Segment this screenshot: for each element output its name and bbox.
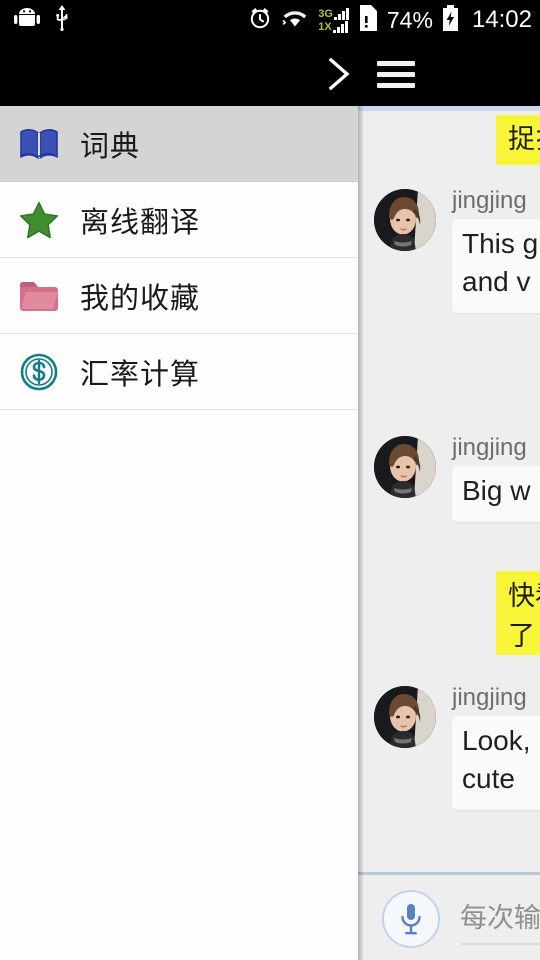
message-input-bar: [358, 872, 540, 960]
action-bar: [0, 40, 540, 106]
sim-card-alert-icon: [358, 4, 378, 36]
status-bar-clock: 14:02: [471, 6, 532, 33]
dollar-circle-icon: [18, 351, 60, 393]
drawer-item-my-favorites[interactable]: 我的收藏: [0, 258, 358, 334]
message-bubble-incoming[interactable]: Big w: [452, 466, 540, 522]
message-bubble-outgoing[interactable]: 捉扌: [496, 115, 540, 165]
star-icon: [18, 199, 60, 241]
signal-bars-3g: [333, 8, 349, 20]
chevron-right-icon[interactable]: [315, 52, 361, 96]
android-robot-icon: [14, 7, 40, 33]
drawer-item-label: 汇率计算: [80, 356, 201, 391]
avatar[interactable]: [374, 436, 436, 498]
microphone-icon[interactable]: [382, 890, 440, 948]
mobile-signal-icon: 3G 1X: [318, 7, 349, 33]
drawer-shadow: [358, 106, 364, 960]
message-bubble-outgoing[interactable]: 快看 了: [496, 571, 540, 655]
avatar[interactable]: [374, 189, 436, 251]
message-input[interactable]: [460, 893, 540, 945]
signal-bars-1x: [332, 21, 348, 33]
wifi-icon: [281, 7, 309, 34]
folder-icon: [18, 275, 60, 317]
chat-pane: 捉扌 jing: [358, 106, 540, 960]
drawer-item-label: 离线翻译: [80, 204, 201, 239]
status-bar: 3G 1X 74% 14:02: [0, 0, 540, 40]
sender-name: jingjing: [452, 187, 527, 214]
drawer-item-offline-translation[interactable]: 离线翻译: [0, 182, 358, 258]
drawer-item-dictionary[interactable]: 词典: [0, 106, 358, 182]
signal-3g-label: 3G: [318, 8, 333, 20]
signal-1x-label: 1X: [318, 21, 332, 33]
message-list[interactable]: 捉扌 jing: [358, 111, 540, 872]
battery-charging-icon: [442, 4, 459, 36]
battery-percent-label: 74%: [386, 6, 433, 33]
alarm-clock-icon: [248, 6, 272, 35]
avatar[interactable]: [374, 686, 436, 748]
sender-name: jingjing: [452, 684, 527, 711]
usb-icon: [54, 4, 70, 36]
open-book-icon: [18, 123, 60, 165]
drawer-empty-area: [0, 410, 358, 850]
navigation-drawer: 词典 离线翻译 我的收藏 汇率计算: [0, 106, 358, 960]
drawer-item-label: 词典: [80, 128, 141, 163]
drawer-item-label: 我的收藏: [80, 280, 201, 315]
status-bar-right-icons: 3G 1X 74% 14:02: [248, 0, 532, 40]
hamburger-menu-icon[interactable]: [372, 52, 420, 96]
drawer-item-exchange-rate[interactable]: 汇率计算: [0, 334, 358, 410]
message-bubble-incoming[interactable]: This g and v: [452, 219, 540, 313]
message-bubble-incoming[interactable]: Look, cute: [452, 716, 540, 810]
phone-screen: 3G 1X 74% 14:02 捉 jingjing This g and v …: [0, 0, 540, 960]
status-bar-left-icons: [14, 0, 70, 40]
sender-name: jingjing: [452, 434, 527, 461]
